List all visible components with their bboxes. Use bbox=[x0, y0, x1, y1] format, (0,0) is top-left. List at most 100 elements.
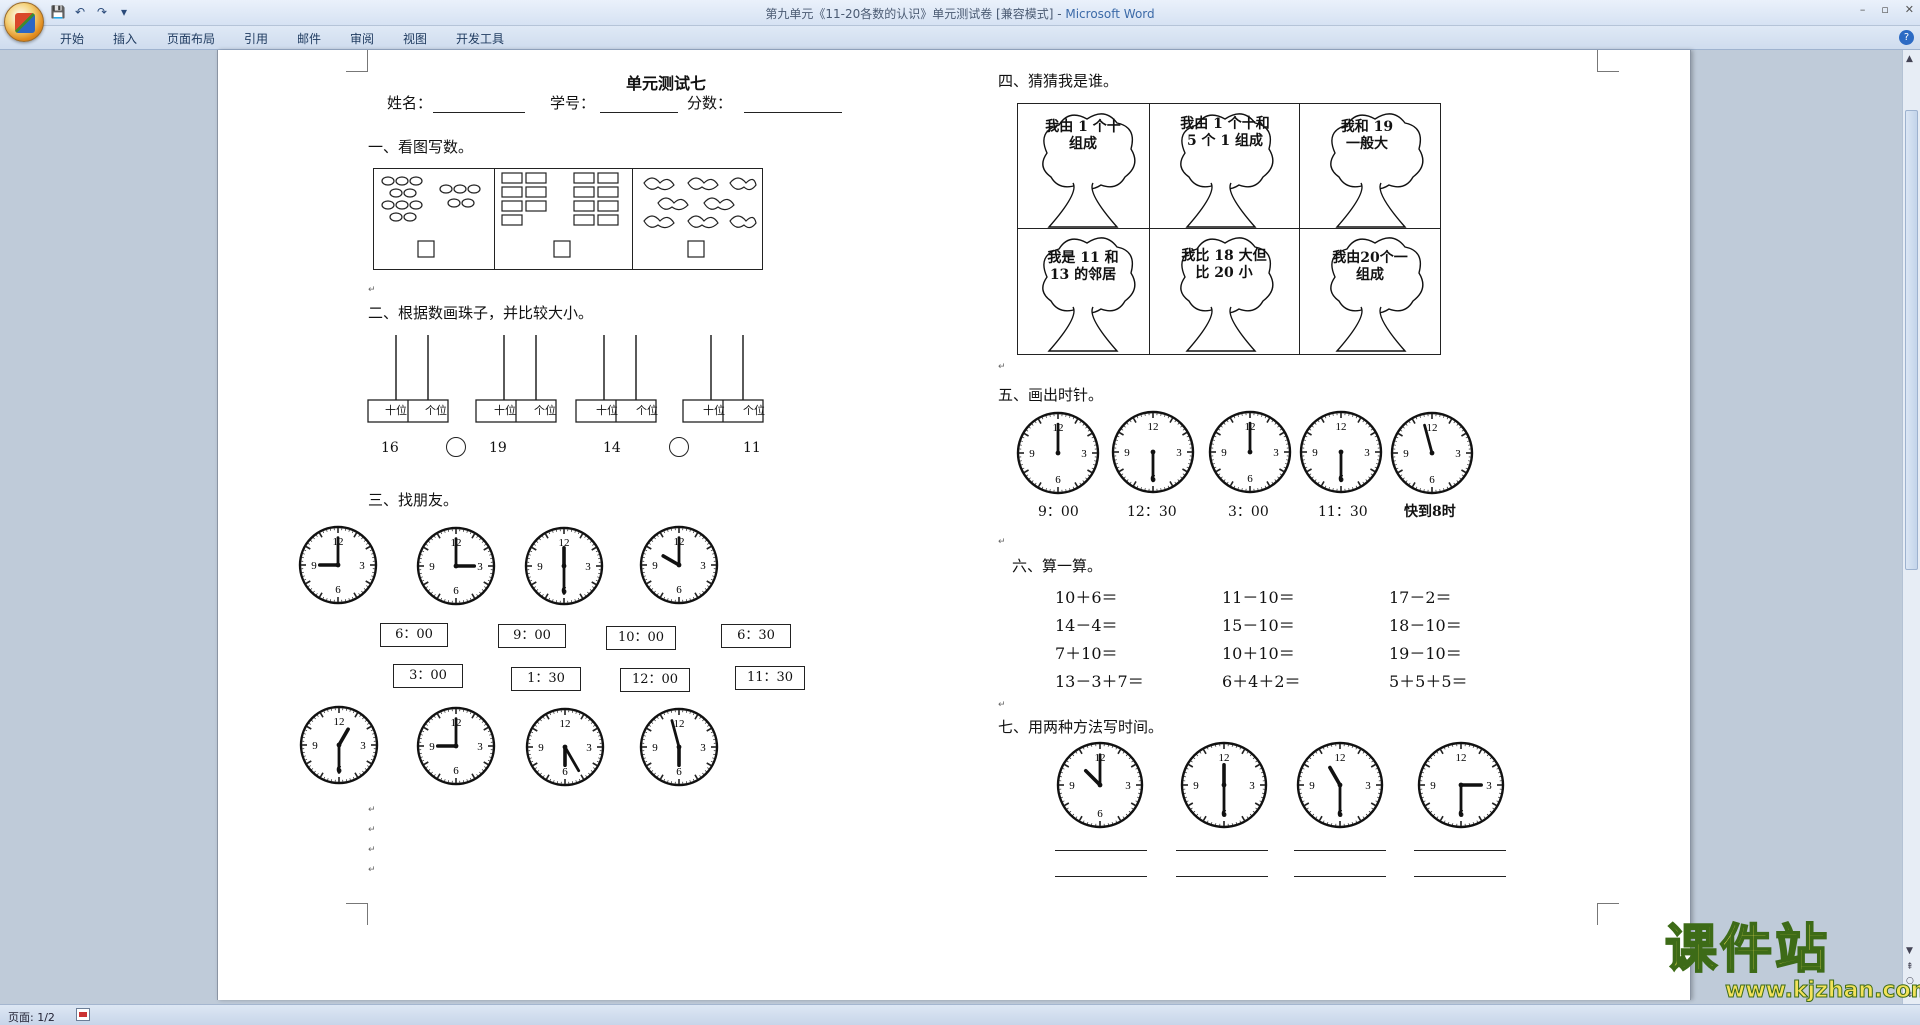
svg-text:9: 9 bbox=[1193, 780, 1199, 792]
svg-text:9: 9 bbox=[1221, 447, 1227, 459]
svg-text:3: 3 bbox=[477, 561, 483, 573]
svg-text:3: 3 bbox=[1455, 448, 1461, 460]
svg-text:3: 3 bbox=[1249, 780, 1255, 792]
scroll-up-icon[interactable]: ▲ bbox=[1906, 54, 1913, 64]
tab-insert[interactable]: 插入 bbox=[113, 30, 137, 47]
scroll-down-icon[interactable]: ▼ bbox=[1906, 946, 1913, 956]
svg-text:9: 9 bbox=[1029, 448, 1035, 460]
svg-text:3: 3 bbox=[700, 560, 706, 572]
svg-text:6: 6 bbox=[562, 766, 568, 778]
svg-text:6: 6 bbox=[676, 766, 682, 778]
scroll-thumb[interactable] bbox=[1905, 110, 1918, 570]
svg-text:3: 3 bbox=[700, 742, 706, 754]
tab-view[interactable]: 视图 bbox=[403, 30, 427, 47]
clock-icon: 12369 bbox=[1056, 741, 1144, 829]
clock-icon: 12369 bbox=[298, 525, 378, 605]
svg-text:3: 3 bbox=[477, 741, 483, 753]
window-controls: – ▫ ✕ bbox=[1860, 3, 1914, 16]
title-bar: 💾 ↶ ↷ ▾ 第九单元《11-20各数的认识》单元测试卷 [兼容模式] - M… bbox=[0, 0, 1920, 26]
svg-text:3: 3 bbox=[360, 740, 366, 752]
svg-text:3: 3 bbox=[1081, 448, 1087, 460]
svg-text:9: 9 bbox=[429, 741, 435, 753]
paragraph-mark: ↵ bbox=[368, 285, 376, 295]
svg-text:9: 9 bbox=[312, 740, 318, 752]
close-icon[interactable]: ✕ bbox=[1905, 3, 1914, 16]
svg-text:6: 6 bbox=[1247, 473, 1253, 485]
svg-text:12: 12 bbox=[1219, 752, 1230, 764]
svg-text:12: 12 bbox=[560, 718, 571, 730]
svg-text:6: 6 bbox=[1097, 808, 1103, 820]
clock-icon: 12369 bbox=[1417, 741, 1505, 829]
svg-text:6: 6 bbox=[453, 765, 459, 777]
clock-icon: 12369 bbox=[1208, 410, 1292, 494]
svg-text:12: 12 bbox=[1427, 422, 1438, 434]
clock-icon: 12369 bbox=[639, 525, 719, 605]
office-logo-icon bbox=[15, 13, 35, 33]
svg-text:9: 9 bbox=[537, 561, 543, 573]
vertical-scrollbar[interactable]: ▲ ▼ ⇞ ○ ⇟ bbox=[1902, 50, 1920, 1004]
clock-layer: 12 3 6 9 12 3 6 9 12 3 6 9 12 3 6 9 12 3 6 9 12 3 6 9 12 3 6 9 12 3 6 9… bbox=[298, 410, 1505, 829]
svg-text:9: 9 bbox=[1069, 780, 1075, 792]
svg-text:12: 12 bbox=[1335, 752, 1346, 764]
clock-icon: 12369 bbox=[416, 706, 496, 786]
svg-text:3: 3 bbox=[1273, 447, 1279, 459]
svg-text:3: 3 bbox=[1365, 780, 1371, 792]
clock-icon: 12369 bbox=[299, 705, 379, 785]
clock-icon: 12369 bbox=[525, 707, 605, 787]
clock-icon: 12369 bbox=[1299, 410, 1383, 494]
svg-text:12: 12 bbox=[1456, 752, 1467, 764]
svg-text:3: 3 bbox=[1486, 780, 1492, 792]
clock-icon: 12369 bbox=[639, 707, 719, 787]
svg-text:3: 3 bbox=[586, 742, 592, 754]
svg-text:3: 3 bbox=[1176, 447, 1182, 459]
watermark-logo: 课件站 www.kjzhan.com bbox=[1664, 921, 1920, 1004]
ribbon-tabs: 开始 插入 页面布局 引用 邮件 审阅 视图 开发工具 ? bbox=[0, 26, 1920, 50]
office-button[interactable] bbox=[4, 2, 44, 42]
status-bar: 页面: 1/2 bbox=[0, 1004, 1920, 1025]
svg-text:12: 12 bbox=[334, 716, 345, 728]
tab-references[interactable]: 引用 bbox=[244, 30, 268, 47]
maximize-icon[interactable]: ▫ bbox=[1881, 3, 1888, 16]
svg-text:6: 6 bbox=[335, 584, 341, 596]
svg-text:9: 9 bbox=[311, 560, 317, 572]
tab-developer[interactable]: 开发工具 bbox=[456, 30, 504, 47]
app-name: Microsoft Word bbox=[1065, 7, 1155, 21]
svg-text:12: 12 bbox=[1148, 421, 1159, 433]
tab-home[interactable]: 开始 bbox=[60, 30, 84, 47]
clock-icon: 12369 bbox=[1111, 410, 1195, 494]
svg-text:9: 9 bbox=[652, 742, 658, 754]
prev-page-icon[interactable]: ⇞ bbox=[1906, 962, 1914, 972]
svg-text:3: 3 bbox=[1125, 780, 1131, 792]
svg-text:3: 3 bbox=[359, 560, 365, 572]
paragraph-mark: ↵ bbox=[368, 805, 376, 815]
svg-text:3: 3 bbox=[1364, 447, 1370, 459]
clock-icon: 12369 bbox=[1180, 741, 1268, 829]
help-icon[interactable]: ? bbox=[1899, 30, 1914, 45]
svg-text:9: 9 bbox=[1309, 780, 1315, 792]
svg-text:6: 6 bbox=[1055, 474, 1061, 486]
spelling-status-icon[interactable] bbox=[76, 1008, 90, 1021]
clock-icon: 12369 bbox=[416, 526, 496, 606]
svg-text:9: 9 bbox=[1430, 780, 1436, 792]
tab-page-layout[interactable]: 页面布局 bbox=[167, 30, 215, 47]
document-page[interactable]: 单元测试七 姓名： 学号： 分数： 一、看图写数。 二、根据数画珠子，并比较大小… bbox=[217, 50, 1691, 1000]
svg-text:3: 3 bbox=[585, 561, 591, 573]
minimize-icon[interactable]: – bbox=[1860, 3, 1866, 16]
svg-text:9: 9 bbox=[652, 560, 658, 572]
svg-text:9: 9 bbox=[429, 561, 435, 573]
watermark-url: www.kjzhan.com bbox=[1725, 978, 1920, 1004]
tab-mailings[interactable]: 邮件 bbox=[297, 30, 321, 47]
page-indicator[interactable]: 页面: 1/2 bbox=[8, 1009, 55, 1025]
paragraph-mark: ↵ bbox=[368, 865, 376, 875]
svg-text:6: 6 bbox=[1429, 474, 1435, 486]
clock-icon: 12369 bbox=[1016, 411, 1100, 495]
paragraph-mark: ↵ bbox=[998, 537, 1006, 547]
paragraph-mark: ↵ bbox=[368, 845, 376, 855]
paragraph-mark: ↵ bbox=[998, 362, 1006, 372]
svg-text:9: 9 bbox=[1403, 448, 1409, 460]
tab-review[interactable]: 审阅 bbox=[350, 30, 374, 47]
document-title: 第九单元《11-20各数的认识》单元测试卷 [兼容模式] - bbox=[765, 7, 1066, 21]
clock-icon: 12 3 6 9 bbox=[1390, 411, 1474, 495]
paragraph-mark: ↵ bbox=[368, 825, 376, 835]
svg-text:9: 9 bbox=[1124, 447, 1130, 459]
